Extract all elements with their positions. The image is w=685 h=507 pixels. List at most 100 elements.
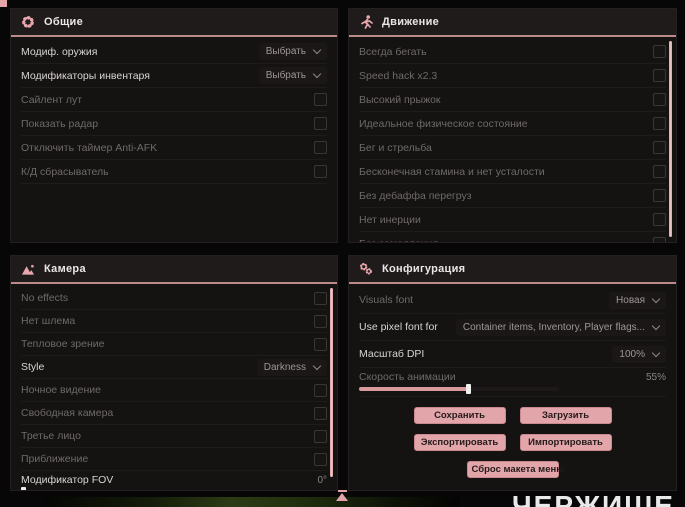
dropdown-value: Новая [616, 294, 645, 306]
camera-scrollbar[interactable] [330, 288, 333, 477]
panel-general: Общие Модиф. оружия Выбрать Модификаторы и… [10, 8, 338, 243]
row-checkbox: Всегда бегать [359, 40, 666, 64]
row-label: Идеальное физическое состояние [359, 117, 528, 130]
checkbox[interactable] [653, 45, 666, 58]
row-select: Модификаторы инвентаря Выбрать [21, 64, 327, 88]
checkbox[interactable] [314, 406, 327, 420]
panel-title: Движение [382, 16, 440, 28]
checkbox[interactable] [314, 314, 327, 328]
dropdown[interactable]: 100% [612, 345, 666, 363]
dropdown[interactable]: Container items, Inventory, Player flags… [455, 318, 666, 336]
slider-thumb[interactable] [21, 487, 26, 490]
panel-title: Общие [44, 16, 84, 28]
chevron-down-icon [312, 361, 322, 370]
checkbox[interactable] [314, 291, 327, 305]
row-checkbox: Нет шлема [21, 310, 327, 333]
dropdown-value: Выбрать [265, 46, 306, 57]
button-row: Сброс макета меню [359, 461, 666, 478]
row-label: Третье лицо [21, 430, 81, 442]
row-label: Скорость анимации [359, 371, 456, 383]
row-label: Нет шлема [21, 315, 76, 327]
dropdown[interactable]: Выбрать [258, 43, 327, 60]
row-checkbox: Тепловое зрение [21, 333, 327, 356]
mod-menu-screen: ЧЕРЖИШЕ Общие Модиф. оружия Выбрать Модифи… [0, 0, 685, 507]
checkbox[interactable] [314, 117, 327, 130]
dropdown-value: Выбрать [265, 70, 306, 81]
row-checkbox: Сайлент лут [21, 88, 327, 112]
panel-title: Конфигурация [382, 263, 466, 275]
row-label: Без замедления [359, 238, 438, 243]
row-label: Сайлент лут [21, 93, 83, 106]
checkbox[interactable] [653, 213, 666, 226]
row-label: Свободная камера [21, 407, 114, 419]
row-select: Масштаб DPI 100% [359, 341, 666, 368]
slider-value: 55% [645, 371, 666, 383]
checkbox[interactable] [314, 141, 327, 154]
panel-general-rows: Модиф. оружия Выбрать Модификаторы инвента… [11, 37, 337, 242]
panel-movement-header[interactable]: Движение [349, 9, 676, 37]
chevron-down-icon [312, 69, 322, 79]
movement-scrollbar[interactable] [669, 41, 672, 237]
slider-thumb[interactable] [466, 384, 471, 394]
checkbox[interactable] [314, 429, 327, 443]
row-checkbox: Приближение [21, 448, 327, 471]
menu-cursor [336, 490, 348, 501]
button-row: Экспортировать Импортировать [359, 434, 666, 451]
dropdown[interactable]: Новая [609, 291, 666, 309]
checkbox[interactable] [653, 69, 666, 82]
row-checkbox: Ночное видение [21, 379, 327, 402]
row-label: Ночное видение [21, 384, 101, 396]
panel-movement: Движение Всегда бегать Speed hack x2.3 Выс… [348, 8, 677, 243]
chevron-down-icon [651, 294, 661, 303]
row-label: Бесконечная стамина и нет усталости [359, 165, 545, 178]
watermark-text: ЧЕРЖИШЕ [512, 490, 675, 507]
row-checkbox: Свободная камера [21, 402, 327, 425]
cursor-bar [337, 490, 347, 492]
row-select: Модиф. оружия Выбрать [21, 40, 327, 64]
slider-track[interactable] [359, 384, 559, 394]
row-slider: Модификатор FOV 0° [21, 471, 327, 490]
chevron-down-icon [651, 348, 661, 357]
dropdown-value: Container items, Inventory, Player flags… [462, 321, 645, 333]
checkbox[interactable] [653, 93, 666, 106]
dropdown[interactable]: Darkness [256, 358, 327, 376]
checkbox[interactable] [653, 165, 666, 178]
row-checkbox: К/Д сбрасыватель [21, 160, 327, 184]
panel-general-header[interactable]: Общие [11, 9, 337, 37]
checkbox[interactable] [314, 452, 327, 466]
slider-value: 0° [317, 474, 327, 486]
row-label: Модификаторы инвентаря [21, 69, 150, 82]
checkbox[interactable] [653, 237, 666, 242]
panel-movement-rows: Всегда бегать Speed hack x2.3 Высокий прыж… [349, 37, 676, 242]
row-label: Use pixel font for [359, 321, 438, 333]
row-label: Всегда бегать [359, 45, 427, 58]
action-button[interactable]: Импортировать [519, 434, 612, 451]
action-button[interactable]: Сохранить [413, 407, 506, 424]
dropdown[interactable]: Выбрать [258, 67, 327, 84]
row-checkbox: Нет инерции [359, 208, 666, 232]
row-select: Style Darkness [21, 356, 327, 379]
row-checkbox: Без замедления [359, 232, 666, 242]
checkbox[interactable] [314, 93, 327, 106]
checkbox[interactable] [653, 117, 666, 130]
row-checkbox: Высокий прыжок [359, 88, 666, 112]
row-label: К/Д сбрасыватель [21, 165, 109, 178]
panel-camera-header[interactable]: Камера [11, 256, 337, 284]
checkbox[interactable] [314, 165, 327, 178]
row-label: Масштаб DPI [359, 348, 425, 360]
checkbox[interactable] [653, 141, 666, 154]
action-button[interactable]: Сброс макета меню [466, 461, 564, 478]
panel-config-header[interactable]: Конфигурация [349, 256, 676, 284]
checkbox[interactable] [314, 383, 327, 397]
checkbox[interactable] [314, 337, 327, 351]
button-row: Сохранить Загрузить [359, 407, 666, 424]
row-checkbox: Третье лицо [21, 425, 327, 448]
checkbox[interactable] [653, 189, 666, 202]
action-button[interactable]: Экспортировать [413, 434, 506, 451]
panel-config: Конфигурация Visuals font Новая Use pixel … [348, 255, 677, 491]
slider-fill [359, 387, 469, 391]
action-button[interactable]: Загрузить [519, 407, 612, 424]
flower-icon [21, 15, 35, 29]
row-checkbox: Бег и стрельба [359, 136, 666, 160]
dropdown-value: 100% [619, 348, 645, 360]
